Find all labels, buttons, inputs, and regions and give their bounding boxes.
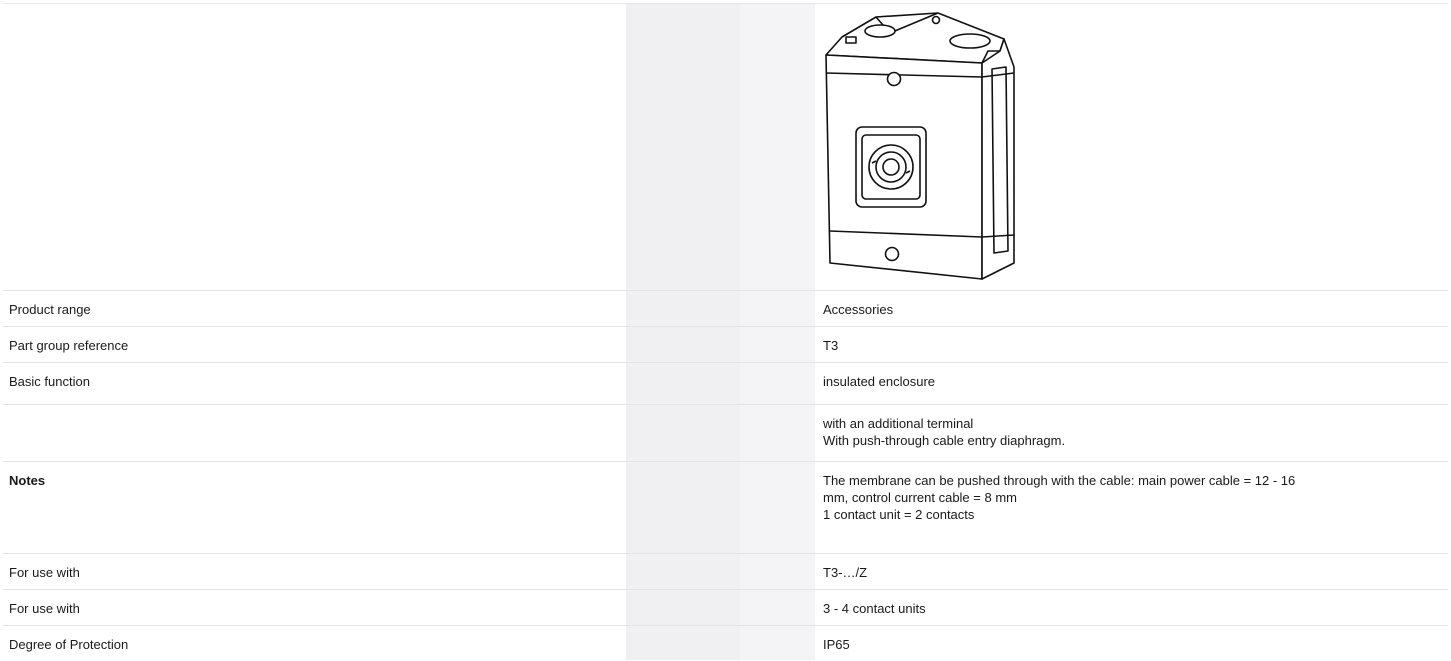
table-row: Part group reference T3 — [3, 326, 1448, 363]
row-label: Degree of Protection — [9, 637, 129, 652]
enclosure-product-drawing-icon — [825, 12, 1015, 280]
row-value: The membrane can be pushed through with … — [823, 473, 1296, 522]
table-row: Product range Accessories — [3, 290, 1448, 327]
row-value: 3 - 4 contact units — [823, 601, 926, 616]
row-value: T3 — [823, 338, 839, 353]
table-row: Basic function insulated enclosure — [3, 362, 1448, 405]
row-label: Product range — [9, 302, 91, 317]
table-row: with an additional terminal With push-th… — [3, 404, 1448, 462]
row-value: insulated enclosure — [823, 374, 936, 389]
image-row — [3, 3, 1448, 291]
row-value: with an additional terminal With push-th… — [823, 416, 1066, 448]
table-row: For use with T3-…/Z — [3, 553, 1448, 590]
row-label: Basic function — [9, 374, 90, 389]
product-image — [816, 3, 1016, 290]
table-row: Notes The membrane can be pushed through… — [3, 461, 1448, 554]
row-label: Notes — [9, 473, 46, 488]
row-value: T3-…/Z — [823, 565, 868, 580]
row-label: For use with — [9, 565, 80, 580]
row-label: For use with — [9, 601, 80, 616]
table-row: Degree of Protection IP65 — [3, 625, 1448, 661]
spec-sheet: Product range Accessories Part group ref… — [0, 0, 1451, 661]
row-value: Accessories — [823, 302, 894, 317]
row-label: Part group reference — [9, 338, 129, 353]
table-row: For use with 3 - 4 contact units — [3, 589, 1448, 626]
row-value: IP65 — [823, 637, 850, 652]
